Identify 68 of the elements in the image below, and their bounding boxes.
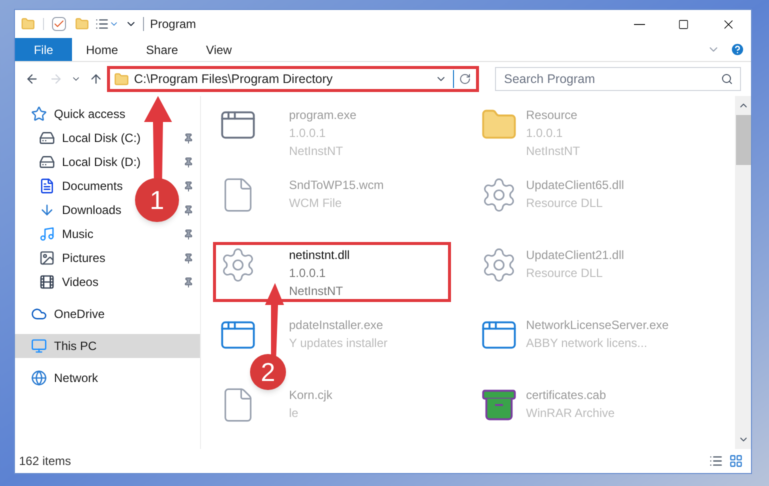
sidebar-item[interactable]: Downloads	[39, 198, 122, 222]
folder-icon	[21, 17, 35, 31]
scrollbar-thumb[interactable]	[736, 115, 750, 165]
ribbon-tab[interactable]: Share	[132, 38, 192, 61]
file-item[interactable]: netinstnt.dll 1.0.0.1 NetInstNT	[213, 242, 451, 302]
drive-icon	[39, 130, 55, 146]
scrollbar[interactable]	[735, 96, 751, 449]
file-name: program.exe	[289, 107, 356, 124]
file-name: SndToWP15.wcm	[289, 177, 384, 194]
star-icon	[31, 106, 47, 122]
ribbon-tab[interactable]: Home	[72, 38, 132, 61]
address-path: C:\Program Files\Program Directory	[134, 70, 333, 88]
sidebar-item[interactable]: Local Disk (C:)	[39, 126, 141, 150]
layout-icon[interactable]	[95, 17, 109, 31]
file-name: Resource	[526, 107, 578, 124]
maximize-icon	[678, 18, 688, 30]
network-icon	[31, 370, 47, 386]
film-icon	[39, 274, 55, 290]
help-icon[interactable]	[730, 42, 745, 57]
file-detail: WinRAR Archive	[526, 405, 615, 422]
file-name: certificates.cab	[526, 387, 608, 404]
sidebar-item[interactable]: Local Disk (D:)	[39, 150, 141, 174]
file-detail: WCM File	[289, 195, 343, 212]
properties-icon[interactable]	[52, 17, 66, 31]
sidebar-item[interactable]: OneDrive	[15, 302, 200, 326]
picture-icon	[39, 250, 55, 266]
up-icon[interactable]	[89, 72, 103, 86]
file-detail: 1.0.0.1	[289, 125, 327, 142]
file-detail: Resource DLL	[526, 265, 604, 282]
back-icon[interactable]	[25, 72, 39, 86]
refresh-icon[interactable]	[459, 73, 471, 85]
search-icon	[721, 73, 733, 85]
details-view-icon[interactable]	[709, 454, 723, 468]
file-name: UpdateClient65.dll	[526, 177, 624, 194]
address-field[interactable]: C:\Program Files\Program Directory	[107, 66, 479, 92]
item-count: 162 items	[19, 453, 72, 470]
file-detail: Resource DLL	[526, 195, 604, 212]
folder-icon	[114, 72, 129, 86]
document-icon	[39, 178, 55, 194]
file-detail: ABBY network licens...	[526, 335, 648, 352]
file-detail: 1.0.0.1	[289, 265, 327, 282]
file-name: NetworkLicenseServer.exe	[526, 317, 669, 334]
drive-icon	[39, 154, 55, 170]
sidebar-item[interactable]: This PC	[15, 334, 200, 358]
file-detail: NetInstNT	[526, 143, 580, 160]
cloud-icon	[31, 306, 47, 322]
file-tab[interactable]: File	[15, 38, 72, 61]
window-title: Program	[150, 16, 196, 33]
sidebar-item[interactable]: Videos	[39, 270, 98, 294]
file-detail: Y updates installer	[289, 335, 388, 352]
file-detail: 1.0.0.1	[526, 125, 564, 142]
file-detail: NetInstNT	[289, 283, 344, 300]
file-name: Korn.cjk	[289, 387, 332, 404]
file-detail: le	[289, 405, 300, 422]
monitor-icon	[31, 338, 47, 354]
file-name: UpdateClient21.dll	[526, 247, 624, 264]
ribbon-tab[interactable]: View	[192, 38, 246, 61]
search-field[interactable]: Search Program	[495, 67, 741, 91]
file-name: netinstnt.dll	[289, 247, 350, 264]
large-icons-view-icon[interactable]	[729, 454, 743, 468]
sidebar-item[interactable]: Network	[15, 366, 200, 390]
sidebar-item[interactable]: Documents	[39, 174, 123, 198]
sidebar-item[interactable]: Quick access	[15, 102, 200, 126]
file-name: pdateInstaller.exe	[289, 317, 384, 334]
file-detail: NetInstNT	[289, 143, 344, 160]
sidebar-item[interactable]: Pictures	[39, 246, 106, 270]
music-note-icon	[39, 226, 55, 242]
sidebar-item[interactable]: Music	[39, 222, 94, 246]
